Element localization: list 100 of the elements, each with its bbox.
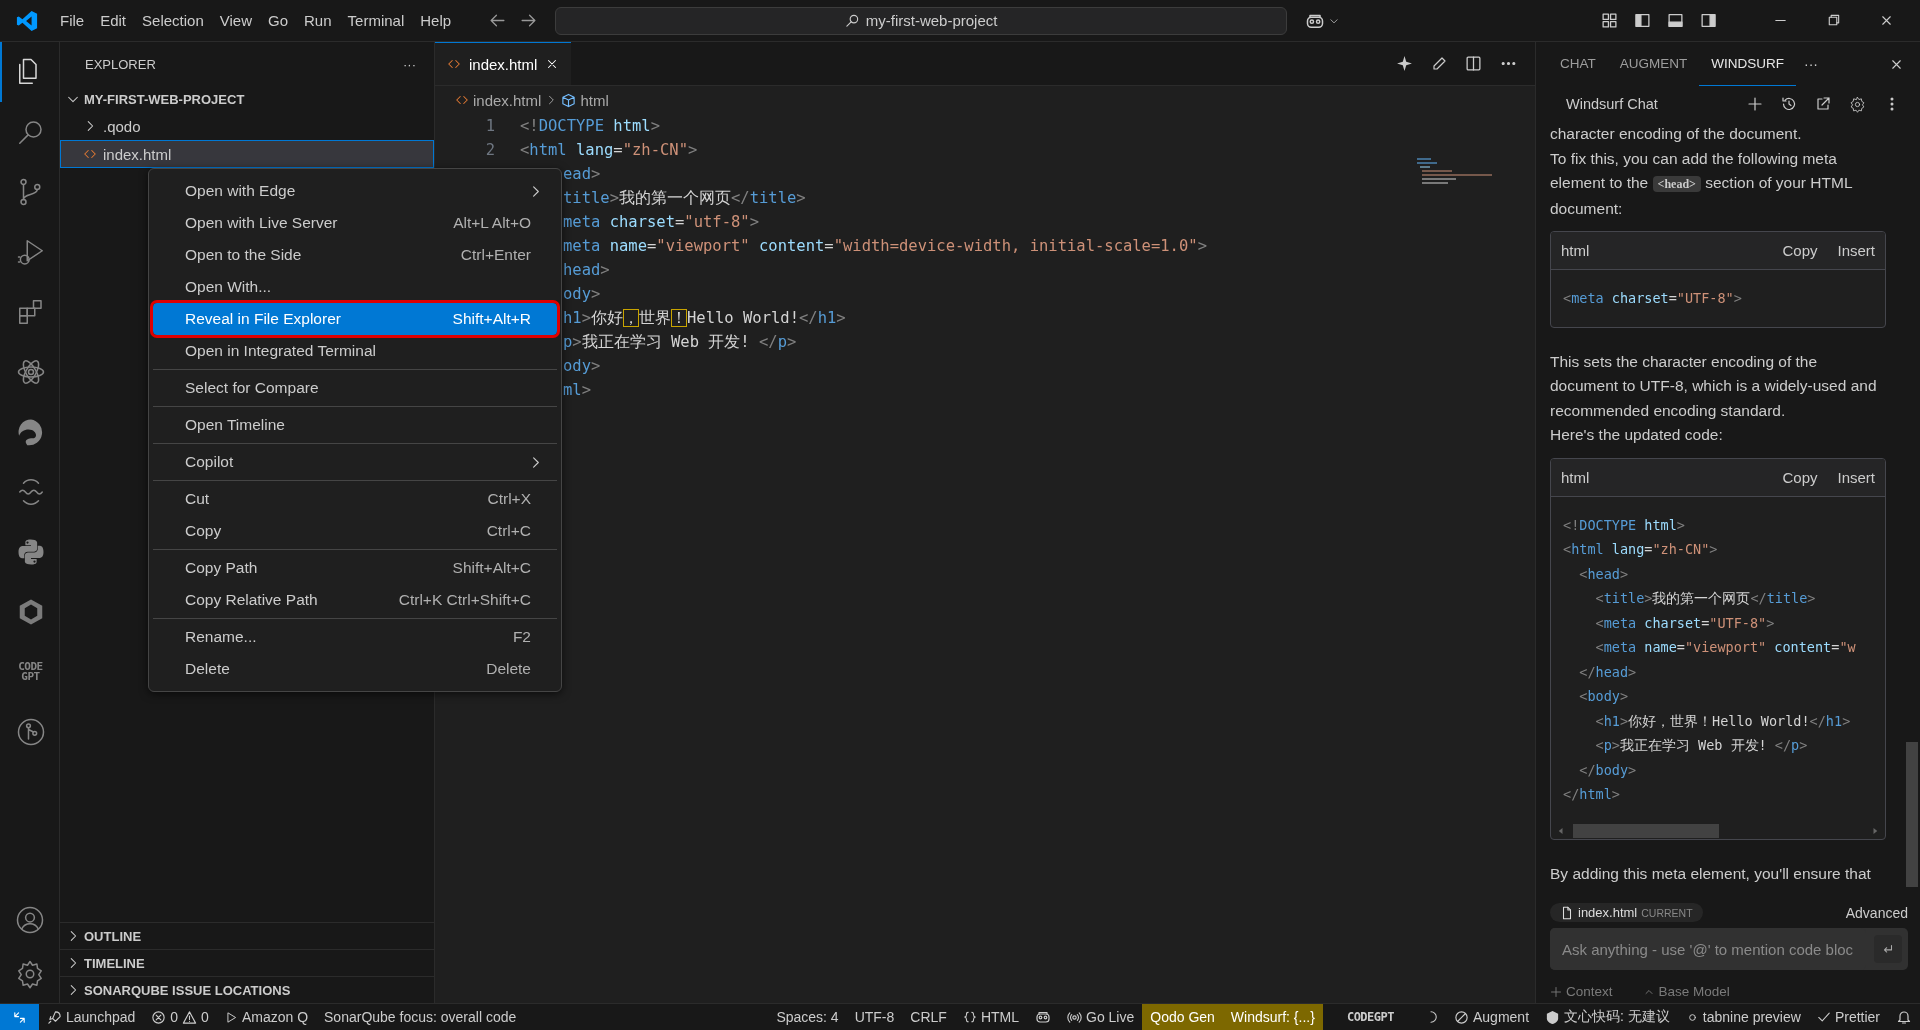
menu-item[interactable]: Run	[296, 8, 340, 33]
code-line: <meta name="viewport" content="w	[1594, 638, 1857, 657]
chat-paragraph: This sets the character encoding of the document to UTF-8, which is a widely-used and recommended encoding standard.	[1550, 351, 1878, 421]
menu-item[interactable]: Open With...	[153, 271, 557, 303]
breadcrumb-item[interactable]: html	[580, 91, 609, 109]
code-line: <body>	[1578, 687, 1630, 706]
status-item[interactable]: Launchpad	[39, 1004, 144, 1030]
scrollbar-thumb[interactable]	[1906, 742, 1918, 887]
tree-item[interactable]: .qodo	[60, 112, 434, 140]
scrollbar-thumb[interactable]	[1573, 823, 1719, 838]
tree-item[interactable]: index.html	[60, 140, 434, 168]
status-item[interactable]: CRLF	[902, 1004, 955, 1030]
more-button[interactable]: ···	[1796, 56, 1826, 72]
send-button[interactable]	[1874, 935, 1902, 963]
html-file-icon	[455, 93, 469, 107]
menu-item[interactable]: Open with Edge	[153, 175, 557, 207]
status-item[interactable]: Go Live	[1059, 1004, 1143, 1030]
code-action-button[interactable]: Copy	[1782, 468, 1818, 486]
panel-tab[interactable]: AUGMENT	[1607, 42, 1700, 86]
menu-item[interactable]: Copy Relative Path Ctrl+K Ctrl+Shift+C	[153, 584, 557, 616]
status-item[interactable]: Qodo Gen	[1142, 1004, 1223, 1030]
remote-icon	[12, 1009, 27, 1025]
secondary-sidebar-icon[interactable]	[1700, 12, 1717, 29]
status-item[interactable]: UTF-8	[846, 1004, 903, 1030]
editor-tab[interactable]: index.html	[435, 42, 572, 85]
split-editor-icon[interactable]	[1465, 55, 1482, 72]
menu-item[interactable]: Copy Ctrl+C	[153, 515, 557, 547]
menu-item[interactable]: Go	[260, 8, 296, 33]
menu-item[interactable]: Help	[412, 8, 460, 33]
chat-paragraph: By adding this meta element, you'll ensure that	[1550, 863, 1872, 884]
plus-icon[interactable]	[1747, 96, 1763, 112]
command-center[interactable]: my-first-web-project	[555, 6, 1288, 35]
status-item[interactable]: SonarQube focus: overall code	[316, 1004, 525, 1030]
context-chip[interactable]: index.html CURRENT	[1550, 903, 1703, 922]
menu-item[interactable]: Open with Live Server Alt+L Alt+O	[153, 207, 557, 239]
panel-toggle-icon[interactable]	[1667, 12, 1684, 29]
menu-item[interactable]: Terminal	[339, 8, 413, 33]
menu-item[interactable]: Edit	[92, 8, 135, 33]
restore-icon[interactable]	[1826, 13, 1841, 28]
section-header[interactable]: TIMELINE	[60, 949, 434, 976]
html-file-icon	[83, 147, 97, 161]
run-debug-icon	[15, 237, 46, 267]
model-button[interactable]: Base Model	[1642, 984, 1730, 999]
advanced-link[interactable]: Advanced	[1845, 904, 1908, 921]
history-icon[interactable]	[1781, 96, 1797, 112]
panel-tab[interactable]: CHAT	[1548, 42, 1608, 86]
status-item[interactable]: Augment	[1446, 1004, 1538, 1030]
settings-icon[interactable]	[1849, 95, 1866, 113]
sparkle-icon[interactable]	[1396, 55, 1413, 72]
menu-item[interactable]: Open Timeline	[153, 409, 557, 441]
menu-item[interactable]: Cut Ctrl+X	[153, 483, 557, 515]
external-link-icon[interactable]	[1815, 96, 1831, 112]
section-header[interactable]: OUTLINE	[60, 922, 434, 949]
account-icon[interactable]	[14, 905, 45, 935]
chat-title: Windsurf Chat	[1566, 96, 1658, 112]
activity-button[interactable]: CODE GPT	[0, 642, 60, 702]
context-button[interactable]: Context	[1550, 984, 1613, 999]
status-item[interactable]: Prettier	[1808, 1004, 1888, 1030]
code-line: <!DOCTYPE html>	[1563, 515, 1686, 535]
menu-item[interactable]: Copilot	[153, 446, 557, 478]
status-item[interactable]: 文心快码: 无建议	[1537, 1004, 1678, 1030]
status-item[interactable]: HTML	[954, 1004, 1027, 1030]
menu-item[interactable]: Open to the Side Ctrl+Enter	[153, 239, 557, 271]
code-line: meta charset="utf-8">	[563, 213, 759, 231]
menu-item[interactable]: Select for Compare	[153, 372, 557, 404]
status-item[interactable]: Windsurf: {...}	[1222, 1004, 1323, 1030]
breadcrumb-item[interactable]: index.html	[473, 91, 542, 109]
status-item[interactable]: Amazon Q	[216, 1004, 317, 1030]
forward-icon[interactable]	[520, 12, 538, 29]
status-item[interactable]: CODEGPT	[1338, 1004, 1402, 1030]
menu-item[interactable]: Selection	[134, 8, 212, 33]
menu-item[interactable]: Rename... F2	[153, 621, 557, 653]
code-line: p>我正在学习 Web 开发! </p>	[563, 331, 797, 353]
code-line: ml>	[563, 381, 591, 399]
close-icon[interactable]	[1879, 13, 1894, 28]
error-icon	[151, 1009, 167, 1025]
pen-icon[interactable]	[1431, 55, 1447, 72]
menu-item[interactable]: Reveal in File Explorer Shift+Alt+R	[153, 303, 557, 335]
code-line: <meta charset="UTF-8">	[1594, 613, 1776, 633]
code-line: <h1>你好，世界！Hello World!</h1>	[1594, 711, 1852, 731]
panel-tab[interactable]: WINDSURF	[1699, 42, 1796, 86]
problems-status[interactable]: 0 0	[143, 1004, 217, 1030]
remote-button[interactable]	[0, 1004, 39, 1030]
project-header[interactable]: MY-FIRST-WEB-PROJECT	[60, 86, 434, 112]
code-action-button[interactable]: Copy	[1782, 242, 1818, 259]
menu-item[interactable]: View	[211, 8, 260, 33]
menu-item[interactable]: Copy Path Shift+Alt+C	[153, 552, 557, 584]
code-action-button[interactable]: Insert	[1837, 468, 1875, 486]
code-line: <!DOCTYPE html>	[520, 117, 660, 135]
sidebar-toggle-icon[interactable]	[1634, 12, 1651, 29]
menu-item[interactable]: File	[52, 8, 93, 33]
code-line: <head>	[1578, 564, 1630, 584]
code-action-button[interactable]: Insert	[1837, 242, 1875, 259]
more-button[interactable]: ···	[403, 56, 416, 72]
back-icon[interactable]	[489, 12, 507, 29]
layout-icon[interactable]	[1601, 12, 1618, 29]
menu-item[interactable]: Delete Delete	[153, 653, 557, 685]
status-item[interactable]: Spaces: 4	[768, 1004, 847, 1030]
status-item[interactable]: tabnine preview	[1677, 1004, 1809, 1030]
menu-item[interactable]: Open in Integrated Terminal	[153, 335, 557, 367]
